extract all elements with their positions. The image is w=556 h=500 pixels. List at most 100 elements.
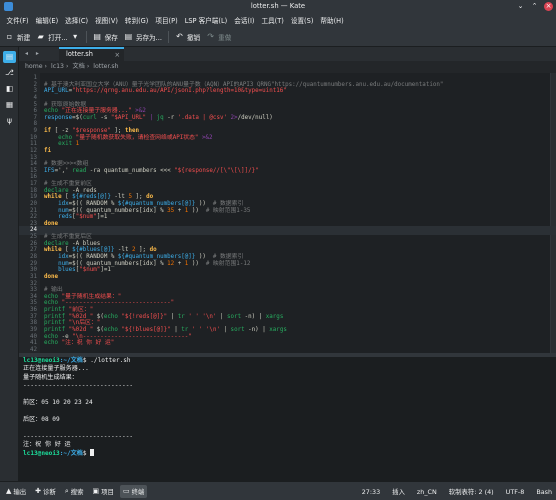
open-label: 打开...	[48, 33, 68, 42]
breadcrumb-documents[interactable]: 文档	[72, 63, 84, 70]
terminal-user: lc13@neoi3	[23, 450, 60, 458]
menu-view[interactable]: 视图(V)	[92, 15, 122, 25]
indentation-setting[interactable]: 软制表符: 2 (4)	[449, 487, 494, 496]
terminal-command: $ ./lotter.sh	[82, 357, 131, 364]
breadcrumb: home › lc13 › 文档 › lotter.sh	[19, 61, 556, 73]
code-line[interactable]: 42	[19, 346, 556, 353]
toolbar-separator	[85, 30, 87, 43]
terminal-command-line: lc13@neoi3:~/文档$ ./lotter.sh	[23, 357, 556, 365]
terminal-output-line: 注：祝 你 好 运	[23, 440, 71, 448]
terminal-output-line: 量子随机生成结果：	[23, 373, 78, 381]
status-tab-label: 搜索	[70, 487, 84, 496]
filesystem-browser-icon[interactable]: ▦	[3, 99, 16, 111]
save-label: 保存	[104, 33, 118, 42]
terminal-output-line: ------------------------------	[23, 382, 134, 390]
line-number: 42	[29, 346, 37, 353]
terminal-path: :~/文档	[59, 450, 83, 458]
menu-project[interactable]: 项目(P)	[152, 15, 181, 25]
project-icon: ▣	[92, 487, 100, 495]
redo-button[interactable]: ↷ 重做	[206, 32, 231, 42]
maximize-icon[interactable]: ⌃	[530, 2, 539, 11]
minimize-icon[interactable]: ⌄	[516, 2, 525, 11]
terminal-prompt-symbol: $	[82, 450, 91, 458]
syntax-mode[interactable]: Bash	[536, 488, 552, 496]
cursor-position[interactable]: 27:33	[362, 488, 380, 496]
undo-button[interactable]: ↶ 撤销	[175, 32, 200, 42]
left-sidebar: ▤ ⎇ ◧ ▦ ψ	[0, 47, 19, 481]
menu-edit[interactable]: 编辑(E)	[32, 15, 62, 25]
undo-icon: ↶	[176, 32, 183, 41]
breadcrumb-home[interactable]: home	[25, 63, 43, 70]
menu-go[interactable]: 转到(G)	[121, 15, 151, 25]
save-as-icon: ▤	[124, 32, 133, 41]
status-tab-search[interactable]: ⌕ 搜索	[62, 485, 87, 498]
menu-settings[interactable]: 设置(S)	[287, 15, 317, 25]
terminal-prompt-line: lc13@neoi3:~/文档$	[23, 449, 556, 457]
terminal-icon: ▭	[122, 487, 130, 495]
save-as-button[interactable]: ▤ 另存为...	[124, 32, 162, 42]
menu-sessions[interactable]: 会话(I)	[231, 15, 258, 25]
redo-label: 重做	[218, 33, 232, 42]
bug-icon: ▲	[6, 487, 12, 495]
breadcrumb-user[interactable]: lc13	[51, 63, 64, 70]
close-window-icon[interactable]: ×	[544, 2, 553, 11]
status-tab-label: 输出	[13, 487, 27, 496]
title-bar: lotter.sh — Kate ⌄ ⌃ ×	[0, 0, 556, 13]
dictionary-language[interactable]: zh_CN	[417, 488, 437, 496]
save-icon: ▤	[93, 32, 101, 41]
status-tab-project[interactable]: ▣ 项目	[90, 485, 117, 498]
status-tab-output[interactable]: ▲ 输出	[3, 485, 29, 498]
folder-open-icon: ▰	[37, 32, 44, 41]
chevron-down-icon[interactable]: ▾	[71, 32, 80, 41]
status-tab-label: 项目	[101, 487, 114, 496]
menu-lsp-client[interactable]: LSP 客户端(L)	[181, 15, 231, 25]
menu-select[interactable]: 选择(C)	[62, 15, 92, 25]
diagnostics-icon: ✚	[35, 487, 42, 495]
terminal-user: lc13@neoi3	[23, 357, 60, 364]
status-bar: ▲ 输出 ✚ 诊断 ⌕ 搜索 ▣ 项目 ▭ 终端 27:33 插入 zh_CN …	[0, 481, 556, 500]
tab-label: lotter.sh	[66, 50, 93, 58]
breadcrumb-file[interactable]: lotter.sh	[93, 63, 118, 70]
terminal-path: :~/文档	[59, 357, 83, 364]
code-editor[interactable]: 1 2 # 基于澳大利亚国立大学（ANU）量子光学团队的ANU量子数（AQN）API…	[19, 73, 556, 353]
tab-navigation-arrows-icon[interactable]: ◂ ▸	[25, 50, 42, 57]
redo-icon: ↷	[207, 32, 214, 41]
terminal-output-line: ------------------------------	[23, 432, 134, 440]
terminal-output-line: 后区：08 09	[23, 415, 60, 423]
breadcrumb-separator: ›	[66, 63, 69, 70]
main-toolbar: ▫ 新建 ▰ 打开... ▾ ▤ 保存 ▤ 另存为... ↶ 撤销 ↷ 重做	[0, 27, 556, 47]
close-tab-icon[interactable]: ×	[114, 50, 120, 61]
git-icon[interactable]: ⎇	[3, 67, 16, 79]
open-button[interactable]: ▰ 打开... ▾	[36, 32, 79, 42]
new-label: 新建	[17, 33, 31, 42]
status-tab-terminal[interactable]: ▭ 终端	[119, 484, 148, 498]
window-controls: ⌄ ⌃ ×	[516, 2, 553, 11]
terminal-cursor	[90, 449, 95, 457]
menu-tools[interactable]: 工具(T)	[258, 15, 287, 25]
save-button[interactable]: ▤ 保存	[93, 32, 118, 42]
documents-panel-icon[interactable]: ▤	[3, 51, 16, 63]
save-as-label: 另存为...	[135, 33, 162, 42]
new-document-icon: ▫	[6, 32, 13, 41]
file-encoding[interactable]: UTF-8	[506, 488, 525, 496]
toolbar-separator	[167, 30, 169, 43]
search-icon: ⌕	[64, 486, 69, 495]
new-button[interactable]: ▫ 新建	[5, 32, 30, 42]
menu-bar: 文件(F) 编辑(E) 选择(C) 视图(V) 转到(G) 项目(P) LSP …	[0, 13, 556, 27]
symbols-icon[interactable]: ψ	[3, 115, 16, 127]
window-title: lotter.sh — Kate	[250, 2, 306, 10]
document-tab-bar: ◂ ▸ lotter.sh ×	[19, 47, 556, 61]
status-indicators: 27:33 插入 zh_CN 软制表符: 2 (4) UTF-8 Bash	[362, 482, 552, 500]
menu-file[interactable]: 文件(F)	[3, 15, 32, 25]
projects-icon[interactable]: ◧	[3, 83, 16, 95]
input-mode[interactable]: 插入	[392, 487, 405, 496]
menu-help[interactable]: 帮助(H)	[317, 15, 347, 25]
tab-lotter-sh[interactable]: lotter.sh ×	[59, 47, 124, 61]
terminal-panel[interactable]: lc13@neoi3:~/文档$ ./lotter.sh 正在连接量子服务器..…	[19, 357, 556, 481]
status-tab-diagnostics[interactable]: ✚ 诊断	[32, 485, 59, 498]
undo-label: 撤销	[186, 33, 201, 42]
status-tab-label: 诊断	[43, 487, 56, 496]
